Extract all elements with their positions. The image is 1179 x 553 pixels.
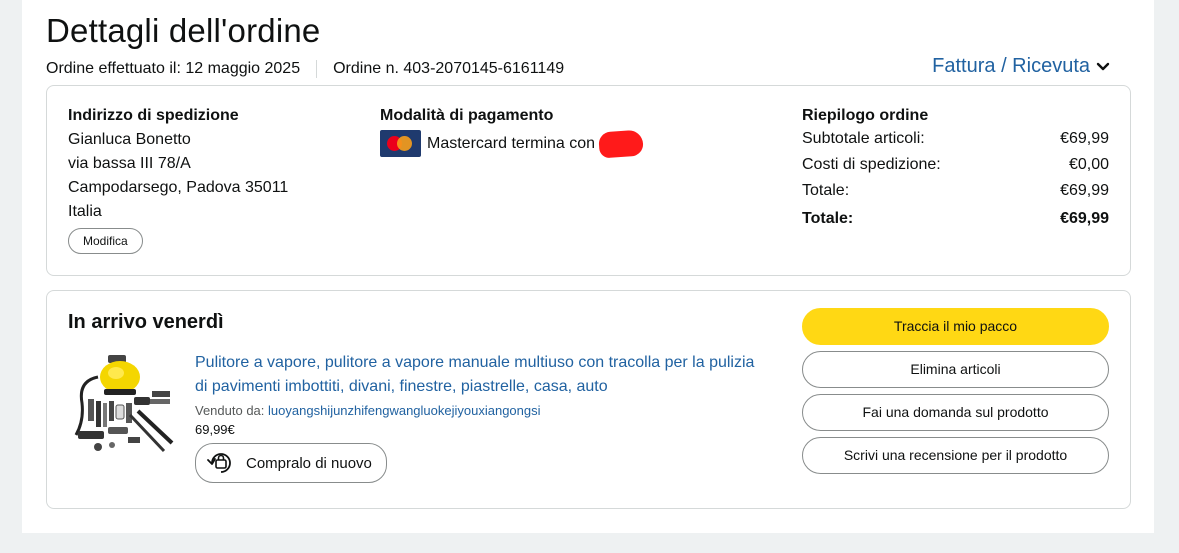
track-package-button[interactable]: Traccia il mio pacco: [802, 308, 1109, 345]
write-review-button[interactable]: Scrivi una recensione per il prodotto: [802, 437, 1109, 474]
edit-address-button[interactable]: Modifica: [68, 228, 143, 254]
summary-heading: Riepilogo ordine: [802, 107, 929, 124]
product-image[interactable]: [68, 351, 175, 458]
shipping-heading: Indirizzo di spedizione: [68, 107, 239, 124]
shipping-address: Indirizzo di spedizione Gianluca Bonetto…: [68, 106, 288, 254]
invoice-link-label: Fattura / Ricevuta: [932, 55, 1090, 77]
shipping-city: Campodarsego, Padova 35011: [68, 179, 289, 196]
shipping-country: Italia: [68, 203, 102, 220]
summary-value: €0,00: [1068, 156, 1109, 173]
order-date: Ordine effettuato il: 12 maggio 2025: [46, 60, 301, 77]
page-title: Dettagli dell'ordine: [46, 12, 321, 49]
summary-value: €69,99: [1060, 182, 1109, 199]
summary-row-grand-total: Totale: €69,99: [802, 206, 1109, 232]
sold-by: Venduto da: luoyangshijunzhifengwangluok…: [195, 403, 765, 418]
delete-items-button[interactable]: Elimina articoli: [802, 351, 1109, 388]
payment-method: Modalità di pagamento Mastercard termina…: [380, 106, 644, 159]
mastercard-icon: [380, 130, 421, 157]
arrival-status: In arrivo venerdì: [68, 311, 224, 333]
payment-row: Mastercard termina con: [380, 128, 644, 159]
summary-row-shipping: Costi di spedizione: €0,00: [802, 152, 1109, 178]
product-info: Pulitore a vapore, pulitore a vapore man…: [195, 351, 765, 483]
buy-again-icon: [207, 453, 231, 473]
order-number: Ordine n. 403-2070145-6161149: [333, 60, 565, 77]
invoice-dropdown[interactable]: Fattura / Ricevuta: [932, 55, 1110, 78]
shipment-actions: Traccia il mio pacco Elimina articoli Fa…: [802, 308, 1109, 480]
order-info-box: Indirizzo di spedizione Gianluca Bonetto…: [46, 85, 1131, 276]
shipping-name: Gianluca Bonetto: [68, 131, 191, 148]
sold-by-label: Venduto da:: [195, 403, 265, 418]
order-details-page: Dettagli dell'ordine Ordine effettuato i…: [22, 0, 1154, 533]
ask-question-button[interactable]: Fai una domanda sul prodotto: [802, 394, 1109, 431]
product-price: 69,99€: [195, 422, 235, 437]
order-meta: Ordine effettuato il: 12 maggio 2025 Ord…: [46, 60, 564, 78]
summary-label: Totale:: [802, 210, 854, 227]
product-title-link[interactable]: Pulitore a vapore, pulitore a vapore man…: [195, 351, 765, 399]
summary-value: €69,99: [1060, 210, 1109, 227]
payment-heading: Modalità di pagamento: [380, 107, 554, 124]
shipment-box: In arrivo venerdì Pulitore a vapore, pul…: [46, 290, 1131, 509]
order-summary: Riepilogo ordine Subtotale articoli: €69…: [802, 106, 1109, 232]
summary-label: Costi di spedizione:: [802, 156, 941, 173]
redaction-mark: [598, 128, 644, 159]
shipping-street: via bassa III 78/A: [68, 155, 191, 172]
summary-label: Subtotale articoli:: [802, 130, 925, 147]
summary-row-subtotal: Subtotale articoli: €69,99: [802, 126, 1109, 152]
summary-row-total: Totale: €69,99: [802, 178, 1109, 204]
seller-link[interactable]: luoyangshijunzhifengwangluokejiyouxiango…: [268, 403, 540, 418]
divider: [316, 60, 318, 78]
summary-value: €69,99: [1060, 130, 1109, 147]
buy-again-label: Compralo di nuovo: [246, 454, 372, 472]
summary-label: Totale:: [802, 182, 850, 199]
buy-again-button[interactable]: Compralo di nuovo: [195, 443, 387, 483]
chevron-down-icon: [1096, 62, 1110, 70]
payment-method-text: Mastercard termina con: [427, 134, 596, 152]
